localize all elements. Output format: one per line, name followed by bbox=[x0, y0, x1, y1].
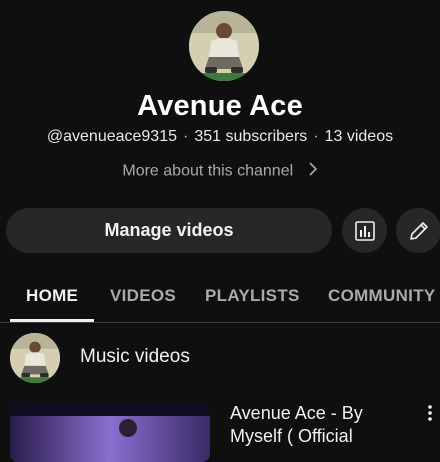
tab-home[interactable]: HOME bbox=[26, 286, 78, 306]
section-title: Music videos bbox=[80, 346, 190, 367]
channel-avatar[interactable] bbox=[189, 11, 259, 81]
tab-community[interactable]: COMMUNITY bbox=[328, 286, 436, 306]
channel-meta: @avenueace9315 · 351 subscribers · 13 videos bbox=[0, 128, 440, 146]
separator-dot: · bbox=[313, 128, 319, 145]
bar-chart-icon bbox=[354, 220, 375, 241]
video-count: 13 videos bbox=[324, 128, 394, 145]
more-about-label: More about this channel bbox=[122, 162, 294, 180]
channel-name: Avenue Ace bbox=[137, 90, 303, 122]
thumbnail-image bbox=[10, 402, 210, 462]
chevron-right-icon bbox=[308, 161, 318, 182]
section-avatar bbox=[10, 333, 60, 383]
edit-channel-button[interactable] bbox=[396, 208, 440, 253]
manage-videos-label: Manage videos bbox=[104, 220, 234, 240]
avatar-photo bbox=[10, 333, 60, 383]
separator-dot: · bbox=[183, 128, 189, 145]
pencil-icon bbox=[409, 221, 428, 240]
more-about-channel-link[interactable]: More about this channel bbox=[0, 161, 440, 182]
more-vert-icon[interactable] bbox=[424, 403, 436, 423]
channel-tabs: HOME VIDEOS PLAYLISTS COMMUNITY bbox=[0, 282, 440, 324]
video-thumbnail[interactable] bbox=[10, 402, 210, 462]
video-title[interactable]: Avenue Ace - By Myself ( Official bbox=[230, 402, 410, 448]
tabs-divider bbox=[0, 322, 440, 323]
avatar-photo bbox=[189, 11, 259, 81]
subscriber-count: 351 subscribers bbox=[194, 128, 308, 145]
manage-videos-button[interactable]: Manage videos bbox=[6, 208, 332, 253]
tab-playlists[interactable]: PLAYLISTS bbox=[205, 286, 300, 306]
analytics-button[interactable] bbox=[342, 208, 387, 253]
channel-handle: @avenueace9315 bbox=[46, 128, 177, 145]
tab-videos[interactable]: VIDEOS bbox=[110, 286, 176, 306]
